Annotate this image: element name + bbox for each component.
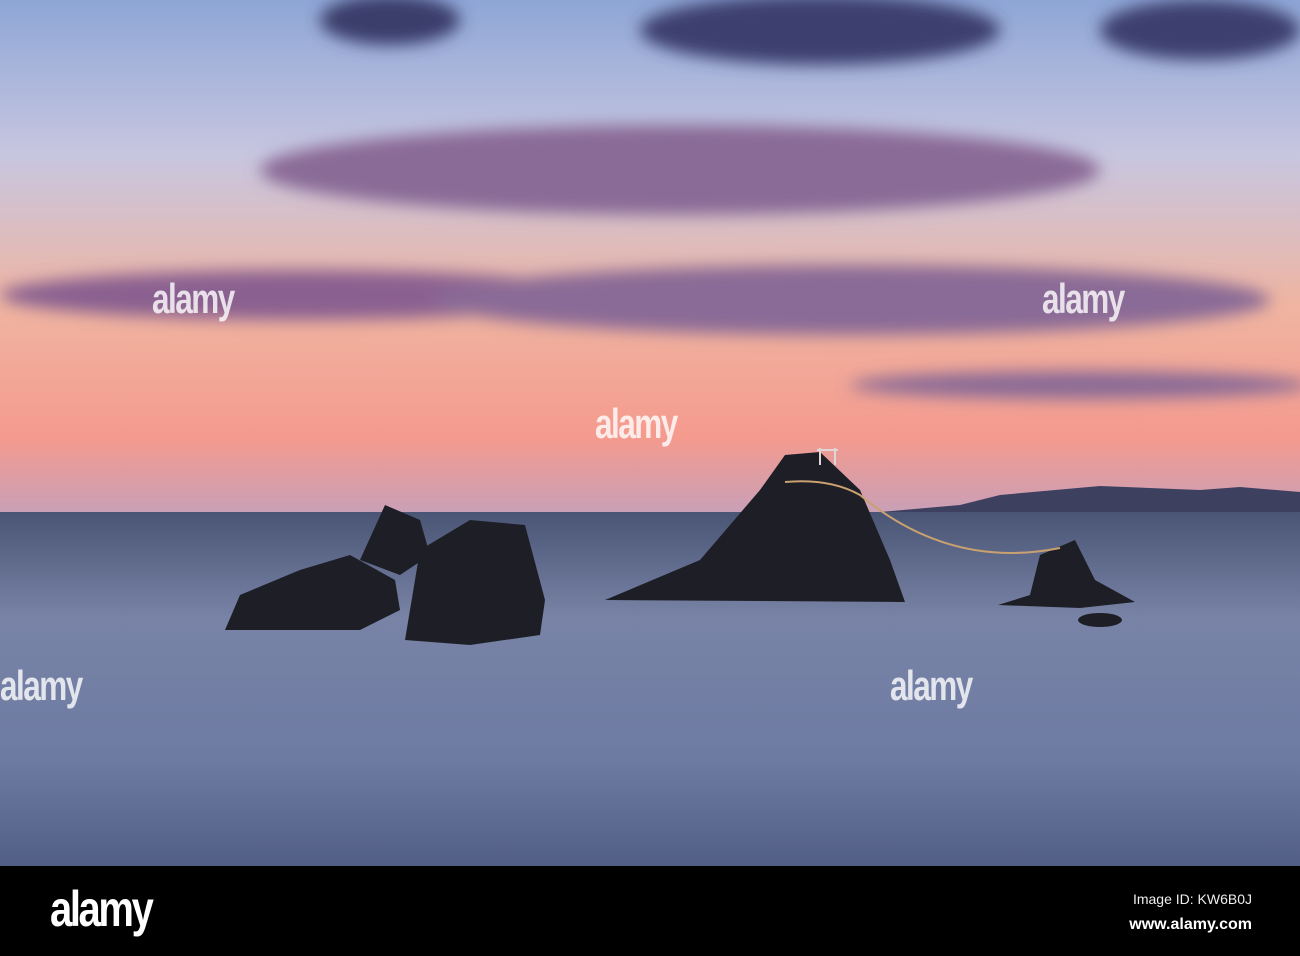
site-url: www.alamy.com bbox=[1129, 916, 1252, 933]
alamy-logo: alamy bbox=[50, 881, 154, 937]
footer-bar: alamy Image ID: KW6B0J www.alamy.com bbox=[0, 866, 1300, 956]
sea bbox=[0, 512, 1300, 866]
watermark: alamy bbox=[152, 275, 235, 322]
watermark: alamy bbox=[1042, 275, 1125, 322]
watermark: alamy bbox=[595, 400, 678, 447]
watermark: alamy bbox=[890, 662, 973, 709]
image-id: Image ID: KW6B0J bbox=[1132, 891, 1252, 907]
watermark: alamy bbox=[0, 662, 83, 709]
